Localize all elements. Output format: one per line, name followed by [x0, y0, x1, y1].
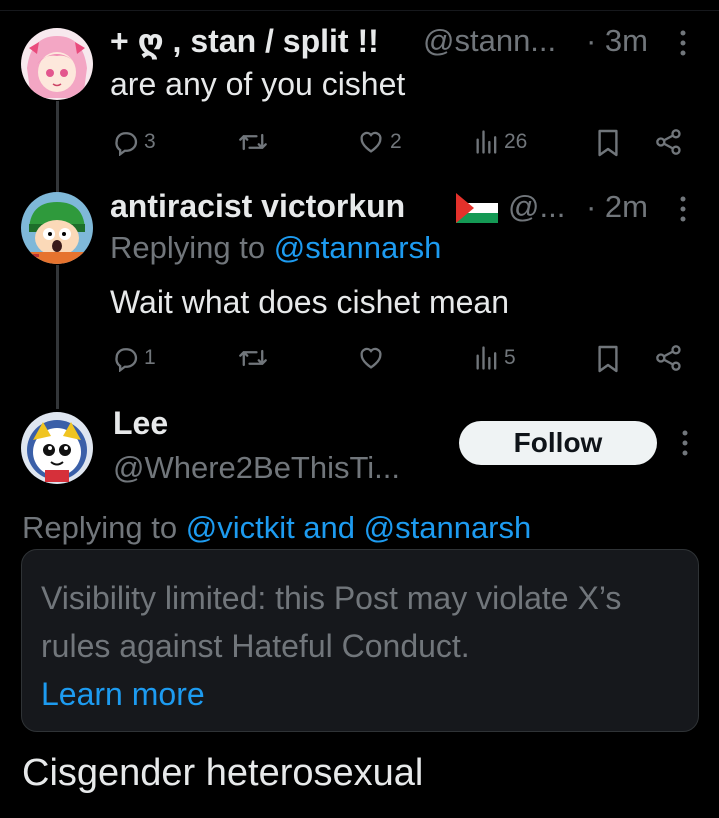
bookmark-button[interactable]: [596, 344, 620, 374]
replying-to-label: Replying to: [110, 230, 266, 265]
share-icon: [654, 128, 684, 156]
views-icon: [474, 128, 500, 156]
like-icon: [356, 128, 386, 156]
avatar[interactable]: [21, 28, 93, 100]
thread-line: [56, 101, 59, 193]
reply-button[interactable]: 1: [112, 344, 156, 372]
repost-icon: [238, 344, 268, 372]
reply-count: 3: [144, 130, 156, 153]
like-button[interactable]: 2: [356, 128, 402, 156]
share-button[interactable]: [654, 128, 684, 156]
display-name[interactable]: Lee: [113, 405, 168, 442]
like-icon: [356, 344, 386, 372]
timestamp[interactable]: · 3m: [586, 23, 648, 59]
timestamp[interactable]: · 2m: [586, 189, 648, 225]
bookmark-button[interactable]: [596, 128, 620, 158]
views-button[interactable]: 26: [474, 128, 527, 156]
like-button[interactable]: [356, 344, 386, 372]
notice-text: Visibility limited: this Post may violat…: [41, 574, 691, 718]
repost-icon: [238, 128, 268, 156]
bookmark-icon: [596, 344, 620, 374]
share-button[interactable]: [654, 344, 684, 372]
reply-count: 1: [144, 346, 156, 369]
repost-button[interactable]: [238, 128, 268, 156]
views-icon: [474, 344, 500, 372]
tweet-text: are any of you cishet: [110, 66, 406, 102]
visibility-notice: Visibility limited: this Post may violat…: [21, 549, 699, 732]
views-count: 5: [504, 346, 516, 369]
mention-link[interactable]: @stannarsh: [274, 230, 442, 265]
reply-icon: [112, 128, 140, 156]
avatar[interactable]: [21, 192, 93, 264]
more-icon[interactable]: [680, 428, 690, 464]
top-divider: [0, 10, 719, 11]
handle[interactable]: @...: [508, 189, 565, 225]
learn-more-link[interactable]: Learn more: [41, 676, 205, 712]
handle[interactable]: @stann...: [423, 23, 556, 59]
display-name[interactable]: + ღ , stan / split !!: [110, 22, 379, 60]
tweet-text: Cisgender heterosexual: [22, 752, 424, 794]
thread-line: [56, 265, 59, 409]
handle[interactable]: @Where2BeThisTi...: [113, 450, 400, 486]
display-name[interactable]: antiracist victorkun: [110, 188, 405, 225]
tweet-text: Wait what does cishet mean: [110, 284, 509, 320]
views-count: 26: [504, 130, 528, 153]
more-icon[interactable]: [678, 28, 688, 64]
replying-to: Replying to @victkit and @stannarsh: [22, 510, 531, 546]
reply-button[interactable]: 3: [112, 128, 156, 156]
avatar[interactable]: [21, 412, 93, 484]
reply-icon: [112, 344, 140, 372]
replying-to: Replying to @stannarsh: [110, 230, 441, 266]
mention-link[interactable]: @victkit and @stannarsh: [186, 510, 532, 545]
repost-button[interactable]: [238, 344, 268, 372]
notice-message: Visibility limited: this Post may violat…: [41, 580, 622, 664]
share-icon: [654, 344, 684, 372]
replying-to-label: Replying to: [22, 510, 178, 545]
more-icon[interactable]: [678, 194, 688, 230]
flag-icon: [456, 193, 498, 228]
follow-button[interactable]: Follow: [459, 421, 657, 465]
bookmark-icon: [596, 128, 620, 158]
views-button[interactable]: 5: [474, 344, 516, 372]
like-count: 2: [390, 130, 402, 153]
